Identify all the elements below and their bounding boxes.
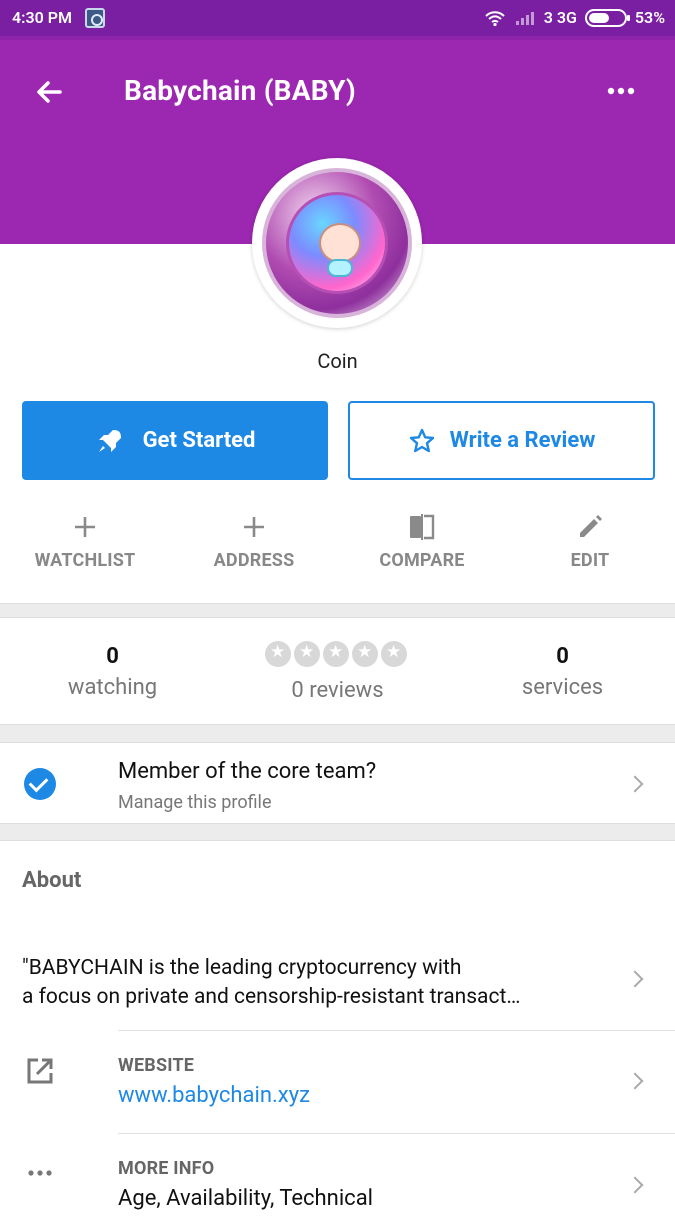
pencil-icon (505, 512, 675, 542)
plus-icon (169, 512, 339, 542)
rocket-icon (98, 429, 121, 452)
reviews-label: 0 reviews (291, 678, 384, 703)
about-text-line-1: "BABYCHAIN is the leading cryptocurrency… (22, 956, 462, 980)
watching-label: watching (67, 675, 158, 700)
stats-card: 0 watching 0 reviews 0 services (0, 617, 675, 725)
website-link[interactable]: www.babychain.xyz (118, 1083, 310, 1108)
star-icon (323, 641, 349, 667)
more-info-title: MORE INFO (118, 1158, 215, 1179)
star-icon (265, 641, 291, 667)
divider (118, 1133, 675, 1134)
chevron-right-icon (626, 1176, 644, 1194)
network-type: 3 3G (543, 8, 577, 27)
address-action[interactable]: ADDRESS (169, 512, 339, 582)
watching-count: 0 (106, 644, 119, 669)
arrow-left-icon (37, 81, 62, 103)
check-circle-icon (24, 768, 56, 800)
status-right: 3 3G 53% (484, 8, 665, 27)
battery-icon (584, 8, 630, 27)
coin-logo-outer (262, 168, 412, 318)
page-title: Babychain (BABY) (124, 74, 356, 107)
baby-face-icon (319, 223, 361, 263)
watchlist-action[interactable]: WATCHLIST (0, 512, 170, 582)
back-button[interactable] (30, 72, 70, 112)
services-count: 0 (556, 644, 569, 669)
star-icon (294, 641, 320, 667)
status-bar: 4:30 PM 3 3G 53% (0, 0, 675, 36)
rating-stars (265, 641, 407, 667)
star-icon (352, 641, 378, 667)
services-label: services (521, 675, 604, 700)
notification-icon (85, 8, 105, 28)
status-time: 4:30 PM (12, 8, 73, 27)
about-text-line-2: a focus on private and censorship-resist… (22, 985, 521, 1009)
core-team-subtitle: Manage this profile (118, 792, 272, 813)
more-horizontal-icon (24, 1157, 56, 1189)
edit-action[interactable]: EDIT (505, 512, 675, 582)
core-team-title: Member of the core team? (118, 759, 377, 784)
wifi-icon (484, 9, 506, 27)
chevron-right-icon (626, 1072, 644, 1090)
coin-logo-inner (286, 192, 388, 294)
write-review-button[interactable]: Write a Review (348, 401, 655, 480)
baby-body-icon (327, 259, 353, 277)
star-icon (381, 641, 407, 667)
address-label: ADDRESS (213, 550, 295, 571)
battery-percent: 53% (634, 8, 665, 27)
coin-type-label: Coin (317, 349, 358, 373)
coin-logo (252, 158, 422, 328)
edit-label: EDIT (570, 550, 610, 571)
reviews-stat[interactable]: 0 reviews (225, 678, 450, 703)
compare-action[interactable]: COMPARE (337, 512, 507, 582)
about-title: About (22, 868, 82, 893)
plus-icon (0, 512, 170, 542)
get-started-label: Get Started (142, 428, 256, 453)
get-started-button[interactable]: Get Started (22, 401, 328, 480)
open-in-new-icon (24, 1055, 56, 1087)
watching-stat[interactable]: 0 watching (0, 644, 225, 700)
star-outline-icon (409, 428, 434, 452)
signal-icon (514, 9, 536, 27)
services-stat[interactable]: 0 services (450, 644, 675, 700)
about-description[interactable]: "BABYCHAIN is the leading cryptocurrency… (22, 954, 612, 1012)
watchlist-label: WATCHLIST (34, 550, 136, 571)
more-horizontal-icon (607, 87, 635, 95)
action-row: WATCHLIST ADDRESS COMPARE EDIT (0, 512, 675, 582)
compare-label: COMPARE (379, 550, 465, 571)
more-info-value[interactable]: Age, Availability, Technical (118, 1186, 373, 1211)
about-card: About "BABYCHAIN is the leading cryptocu… (0, 840, 675, 1220)
more-options-button[interactable] (601, 76, 641, 106)
website-title: WEBSITE (118, 1055, 195, 1076)
chevron-right-icon (626, 970, 644, 988)
compare-icon (337, 512, 507, 542)
core-team-row[interactable]: Member of the core team? Manage this pro… (0, 742, 675, 824)
chevron-right-icon (626, 775, 644, 793)
divider (118, 1030, 675, 1031)
write-review-label: Write a Review (449, 428, 596, 453)
